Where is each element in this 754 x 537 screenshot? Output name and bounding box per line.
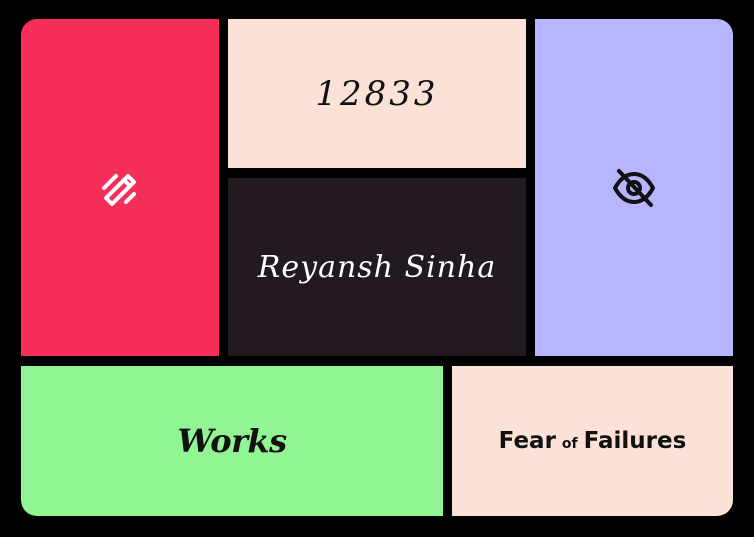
name-tile: Reyansh Sinha	[228, 178, 526, 356]
person-name: Reyansh Sinha	[257, 249, 497, 285]
failures-word: Failures	[583, 428, 687, 454]
edit-tile[interactable]	[21, 19, 219, 356]
eye-slash-icon	[611, 165, 657, 211]
bento-grid: 12833 Reyansh Sinha Works Fear of Failur…	[0, 0, 754, 537]
of-word: of	[561, 436, 578, 452]
fear-tile[interactable]: Fear of Failures	[452, 366, 733, 516]
fear-word: Fear	[498, 428, 556, 454]
fear-label: Fear of Failures	[499, 428, 687, 454]
hidden-tile[interactable]	[535, 19, 733, 356]
number-value: 12833	[315, 73, 439, 114]
works-label: Works	[177, 422, 287, 460]
edit-pencil-icon	[100, 168, 140, 208]
number-tile: 12833	[228, 19, 526, 168]
works-tile[interactable]: Works	[21, 366, 443, 516]
